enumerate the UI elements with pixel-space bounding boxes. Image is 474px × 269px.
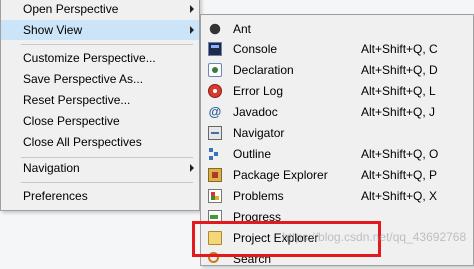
package-explorer-icon [208, 168, 222, 182]
view-item-navigator[interactable]: Navigator [201, 123, 473, 143]
view-item-label: Error Log [233, 84, 284, 98]
view-item-shortcut: Alt+Shift+Q, L [361, 84, 436, 98]
view-item-shortcut: Alt+Shift+Q, P [361, 168, 438, 182]
navigator-icon [208, 126, 222, 140]
menu-item-show-view[interactable]: Show View [1, 20, 199, 40]
problems-icon [208, 189, 222, 203]
view-item-outline[interactable]: Outline Alt+Shift+Q, O [201, 144, 473, 164]
menu-item-customize-perspective[interactable]: Customize Perspective... [1, 48, 199, 68]
error-log-icon [208, 84, 222, 98]
view-item-shortcut: Alt+Shift+Q, C [361, 42, 438, 56]
menu-item-label: Show View [23, 23, 83, 37]
view-item-shortcut: Alt+Shift+Q, J [361, 105, 436, 119]
menu-item-label: Close All Perspectives [23, 135, 142, 149]
menu-item-close-all-perspectives[interactable]: Close All Perspectives [1, 132, 199, 152]
view-item-ant[interactable]: Ant [201, 19, 473, 39]
menu-item-label: Reset Perspective... [23, 93, 131, 107]
view-item-label: Outline [233, 147, 272, 161]
view-item-label: Package Explorer [233, 168, 328, 182]
console-icon [208, 42, 222, 56]
view-item-error-log[interactable]: Error Log Alt+Shift+Q, L [201, 81, 473, 101]
submenu-arrow-icon [190, 26, 194, 34]
view-item-javadoc[interactable]: @ Javadoc Alt+Shift+Q, J [201, 102, 473, 122]
outline-icon [208, 147, 222, 161]
submenu-arrow-icon [190, 164, 194, 172]
view-item-shortcut: Alt+Shift+Q, D [361, 63, 438, 77]
declaration-icon [208, 63, 222, 77]
menu-separator [21, 182, 193, 183]
view-item-label: Declaration [233, 63, 294, 77]
menu-item-preferences[interactable]: Preferences [1, 186, 199, 206]
menu-item-label: Close Perspective [23, 114, 120, 128]
window-menu: Open Perspective Show View Customize Per… [0, 0, 200, 211]
view-item-label: Navigator [233, 126, 285, 140]
view-item-label: Console [233, 42, 278, 56]
watermark-text: https://blog.csdn.net/qq_43692768 [282, 230, 467, 244]
menu-item-save-perspective-as[interactable]: Save Perspective As... [1, 69, 199, 89]
view-item-label: Ant [233, 22, 252, 36]
view-item-label: Javadoc [233, 105, 278, 119]
menu-item-close-perspective[interactable]: Close Perspective [1, 111, 199, 131]
view-item-shortcut: Alt+Shift+Q, X [361, 189, 438, 203]
menu-item-reset-perspective[interactable]: Reset Perspective... [1, 90, 199, 110]
view-item-package-explorer[interactable]: Package Explorer Alt+Shift+Q, P [201, 165, 473, 185]
view-item-problems[interactable]: Problems Alt+Shift+Q, X [201, 186, 473, 206]
view-item-label: Problems [233, 189, 284, 203]
menu-item-navigation[interactable]: Navigation [1, 158, 199, 178]
view-item-shortcut: Alt+Shift+Q, O [361, 147, 439, 161]
view-item-console[interactable]: Console Alt+Shift+Q, C [201, 39, 473, 59]
submenu-arrow-icon [190, 5, 194, 13]
view-item-declaration[interactable]: Declaration Alt+Shift+Q, D [201, 60, 473, 80]
menu-separator [21, 44, 193, 45]
menu-item-label: Save Perspective As... [23, 72, 144, 86]
javadoc-icon: @ [208, 104, 222, 119]
menu-item-label: Customize Perspective... [23, 51, 156, 65]
menu-item-label: Open Perspective [23, 2, 119, 16]
menu-item-label: Navigation [23, 161, 80, 175]
ant-icon [209, 23, 221, 35]
menu-item-label: Preferences [23, 189, 88, 203]
menu-item-open-perspective[interactable]: Open Perspective [1, 0, 199, 19]
